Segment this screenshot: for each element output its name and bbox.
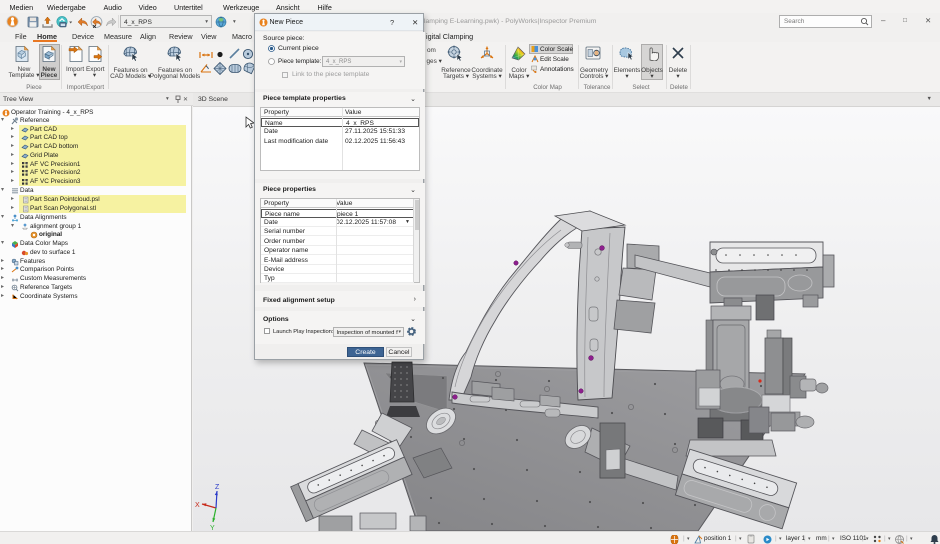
svg-text:X: X <box>195 502 200 509</box>
svg-text:Z: Z <box>215 484 220 491</box>
